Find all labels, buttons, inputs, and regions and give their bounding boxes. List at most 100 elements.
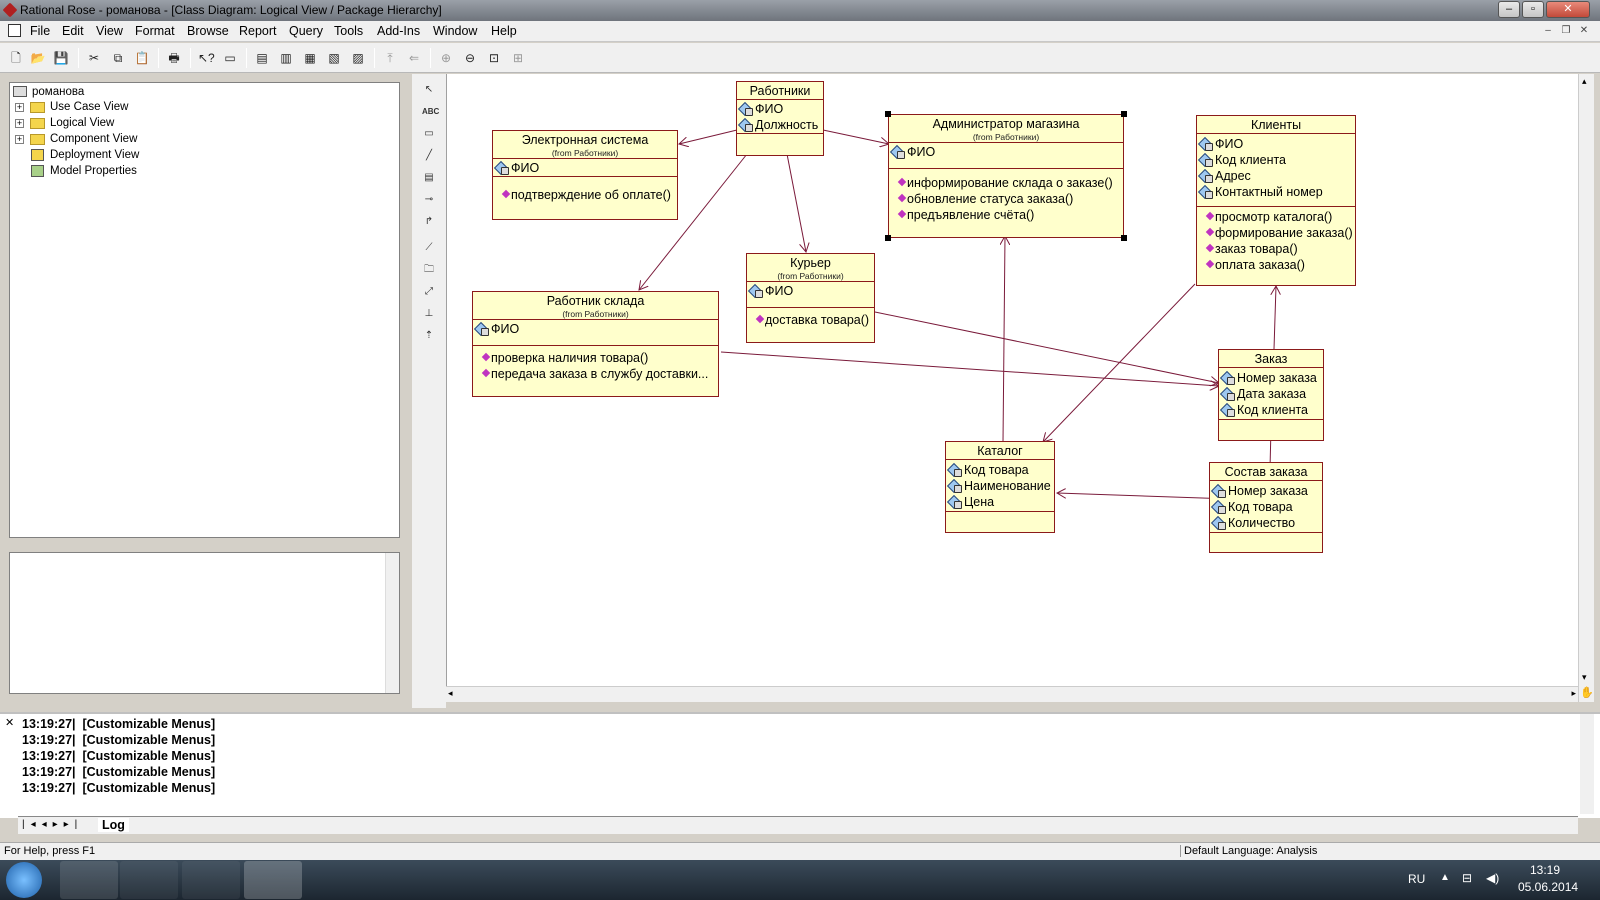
scroll-down-icon[interactable]: ▾	[1582, 672, 1587, 683]
class-katalog[interactable]: Каталог Код товара Наименование Цена	[945, 441, 1055, 533]
maximize-button[interactable]: ▫	[1522, 1, 1544, 18]
realize-tool-icon[interactable]: ⇡	[422, 329, 436, 343]
menu-format[interactable]: Format	[135, 24, 175, 38]
menu-report[interactable]: Report	[239, 24, 277, 38]
selection-handle[interactable]	[885, 235, 891, 241]
doc-scrollbar[interactable]	[385, 553, 399, 693]
class-zakaz[interactable]: Заказ Номер заказа Дата заказа Код клиен…	[1218, 349, 1324, 441]
clock-date[interactable]: 05.06.2014	[1518, 880, 1578, 894]
close-button[interactable]: ✕	[1546, 1, 1590, 18]
print-icon[interactable]: 🖶	[166, 50, 182, 66]
document-menu-icon[interactable]	[8, 24, 21, 37]
anchor-tool-icon[interactable]: ╱	[422, 149, 436, 163]
expand-icon[interactable]: +	[15, 135, 24, 144]
explorer-icon[interactable]	[60, 861, 118, 899]
class-kurer[interactable]: Курьер (from Работники) ФИО доставка тов…	[746, 253, 875, 343]
tab-log[interactable]: Log	[98, 818, 129, 832]
chrome-icon[interactable]	[182, 861, 240, 899]
vertical-scrollbar[interactable]: ▴ ▾ ✋	[1578, 74, 1594, 702]
scroll-up-icon[interactable]: ▴	[1582, 76, 1587, 87]
horizontal-scrollbar[interactable]: ◂ ▸	[446, 686, 1578, 702]
selection-tool-icon[interactable]: ↖	[422, 83, 436, 97]
context-help-icon[interactable]: ↖?	[198, 50, 215, 66]
clock-time[interactable]: 13:19	[1530, 863, 1560, 877]
tree-item-use-case-view[interactable]: Use Case View	[50, 99, 128, 115]
zoom-out-icon[interactable]: ⊖	[462, 50, 478, 66]
selection-handle[interactable]	[885, 111, 891, 117]
media-player-icon[interactable]	[120, 861, 178, 899]
menu-view[interactable]: View	[96, 24, 123, 38]
minimize-button[interactable]: –	[1498, 1, 1520, 18]
pan-hand-icon[interactable]: ✋	[1580, 686, 1594, 699]
mdi-restore-button[interactable]: ❐	[1558, 24, 1574, 38]
class-sostav-zakaza[interactable]: Состав заказа Номер заказа Код товара Ко…	[1209, 462, 1323, 553]
menu-edit[interactable]: Edit	[62, 24, 84, 38]
menu-help[interactable]: Help	[491, 24, 517, 38]
browse-interaction-diagram-icon[interactable]: ▥	[278, 50, 294, 66]
class-rabotniki[interactable]: Работники ФИО Должность	[736, 81, 824, 156]
documentation-window[interactable]	[9, 552, 400, 694]
browse-component-diagram-icon[interactable]: ▦	[302, 50, 318, 66]
start-button[interactable]	[6, 862, 42, 898]
tab-nav-icon[interactable]: |◂◂▸▸|	[22, 819, 83, 830]
copy-icon[interactable]: ⧉	[110, 50, 126, 66]
attribute-icon	[1222, 373, 1235, 385]
text-tool-icon[interactable]: ABC	[422, 105, 439, 119]
browse-deployment-diagram-icon[interactable]: ▨	[350, 50, 366, 66]
interface-tool-icon[interactable]: ⊸	[422, 193, 436, 207]
new-icon[interactable]: 🗋	[8, 50, 24, 66]
note-tool-icon[interactable]: ▭	[422, 127, 436, 141]
class-elektronnaya-sistema[interactable]: Электронная система (from Работники) ФИО…	[492, 130, 678, 220]
generalization-tool-icon[interactable]: ⊥	[422, 307, 436, 321]
tree-item-logical-view[interactable]: Logical View	[50, 115, 114, 131]
expand-icon[interactable]: +	[15, 103, 24, 112]
log-window[interactable]: ✕ 13:19:27| [Customizable Menus] 13:19:2…	[0, 712, 1600, 818]
tree-item-component-view[interactable]: Component View	[50, 131, 137, 147]
selection-handle[interactable]	[1121, 111, 1127, 117]
undo-fit-icon[interactable]: ⊞	[510, 50, 526, 66]
browse-previous-icon[interactable]: ⇐	[406, 50, 422, 66]
menu-query[interactable]: Query	[289, 24, 323, 38]
mdi-close-button[interactable]: ✕	[1576, 24, 1592, 38]
log-close-icon[interactable]: ✕	[5, 716, 14, 729]
operation-icon	[501, 189, 511, 199]
unidirectional-association-icon[interactable]: ⟋	[422, 241, 436, 255]
scroll-left-icon[interactable]: ◂	[448, 688, 453, 699]
association-tool-icon[interactable]: ↱	[422, 215, 436, 229]
save-icon[interactable]: 💾	[53, 50, 69, 66]
class-tool-icon[interactable]: ▤	[422, 171, 436, 185]
tray-arrow-icon[interactable]: ▲	[1440, 872, 1450, 883]
browse-parent-icon[interactable]: ⤒	[382, 50, 398, 66]
class-klienty[interactable]: Клиенты ФИО Код клиента Адрес Контактный…	[1196, 115, 1356, 286]
network-icon[interactable]: ⊟	[1462, 871, 1472, 885]
class-administrator[interactable]: Администратор магазина (from Работники) …	[885, 111, 1127, 241]
tree-item-model-properties[interactable]: Model Properties	[50, 163, 137, 179]
class-rabotnik-sklada[interactable]: Работник склада (from Работники) ФИО про…	[472, 291, 719, 397]
tree-item-deployment-view[interactable]: Deployment View	[50, 147, 139, 163]
menu-tools[interactable]: Tools	[334, 24, 363, 38]
menu-file[interactable]: File	[30, 24, 50, 38]
model-icon	[13, 86, 27, 97]
zoom-in-icon[interactable]: ⊕	[438, 50, 454, 66]
open-icon[interactable]: 📂	[30, 50, 46, 66]
selection-handle[interactable]	[1121, 235, 1127, 241]
menu-add-ins[interactable]: Add-Ins	[377, 24, 420, 38]
browse-state-diagram-icon[interactable]: ▧	[326, 50, 342, 66]
log-scrollbar[interactable]	[1580, 714, 1594, 814]
tree-root[interactable]: романова	[32, 84, 84, 100]
cut-icon[interactable]: ✂	[86, 50, 102, 66]
menu-window[interactable]: Window	[433, 24, 477, 38]
paste-icon[interactable]: 📋	[134, 50, 150, 66]
browse-class-diagram-icon[interactable]: ▤	[254, 50, 270, 66]
package-tool-icon[interactable]: 🗀	[422, 263, 436, 277]
view-documentation-icon[interactable]: ▭	[222, 50, 238, 66]
mdi-minimize-button[interactable]: –	[1540, 24, 1556, 38]
scroll-right-icon[interactable]: ▸	[1571, 688, 1576, 699]
dependency-tool-icon[interactable]: ⤢	[422, 285, 436, 299]
rational-rose-task-icon[interactable]	[244, 861, 302, 899]
expand-icon[interactable]: +	[15, 119, 24, 128]
language-indicator[interactable]: RU	[1408, 872, 1425, 886]
menu-browse[interactable]: Browse	[187, 24, 229, 38]
fit-in-window-icon[interactable]: ⊡	[486, 50, 502, 66]
volume-icon[interactable]: ◀)	[1486, 871, 1499, 885]
